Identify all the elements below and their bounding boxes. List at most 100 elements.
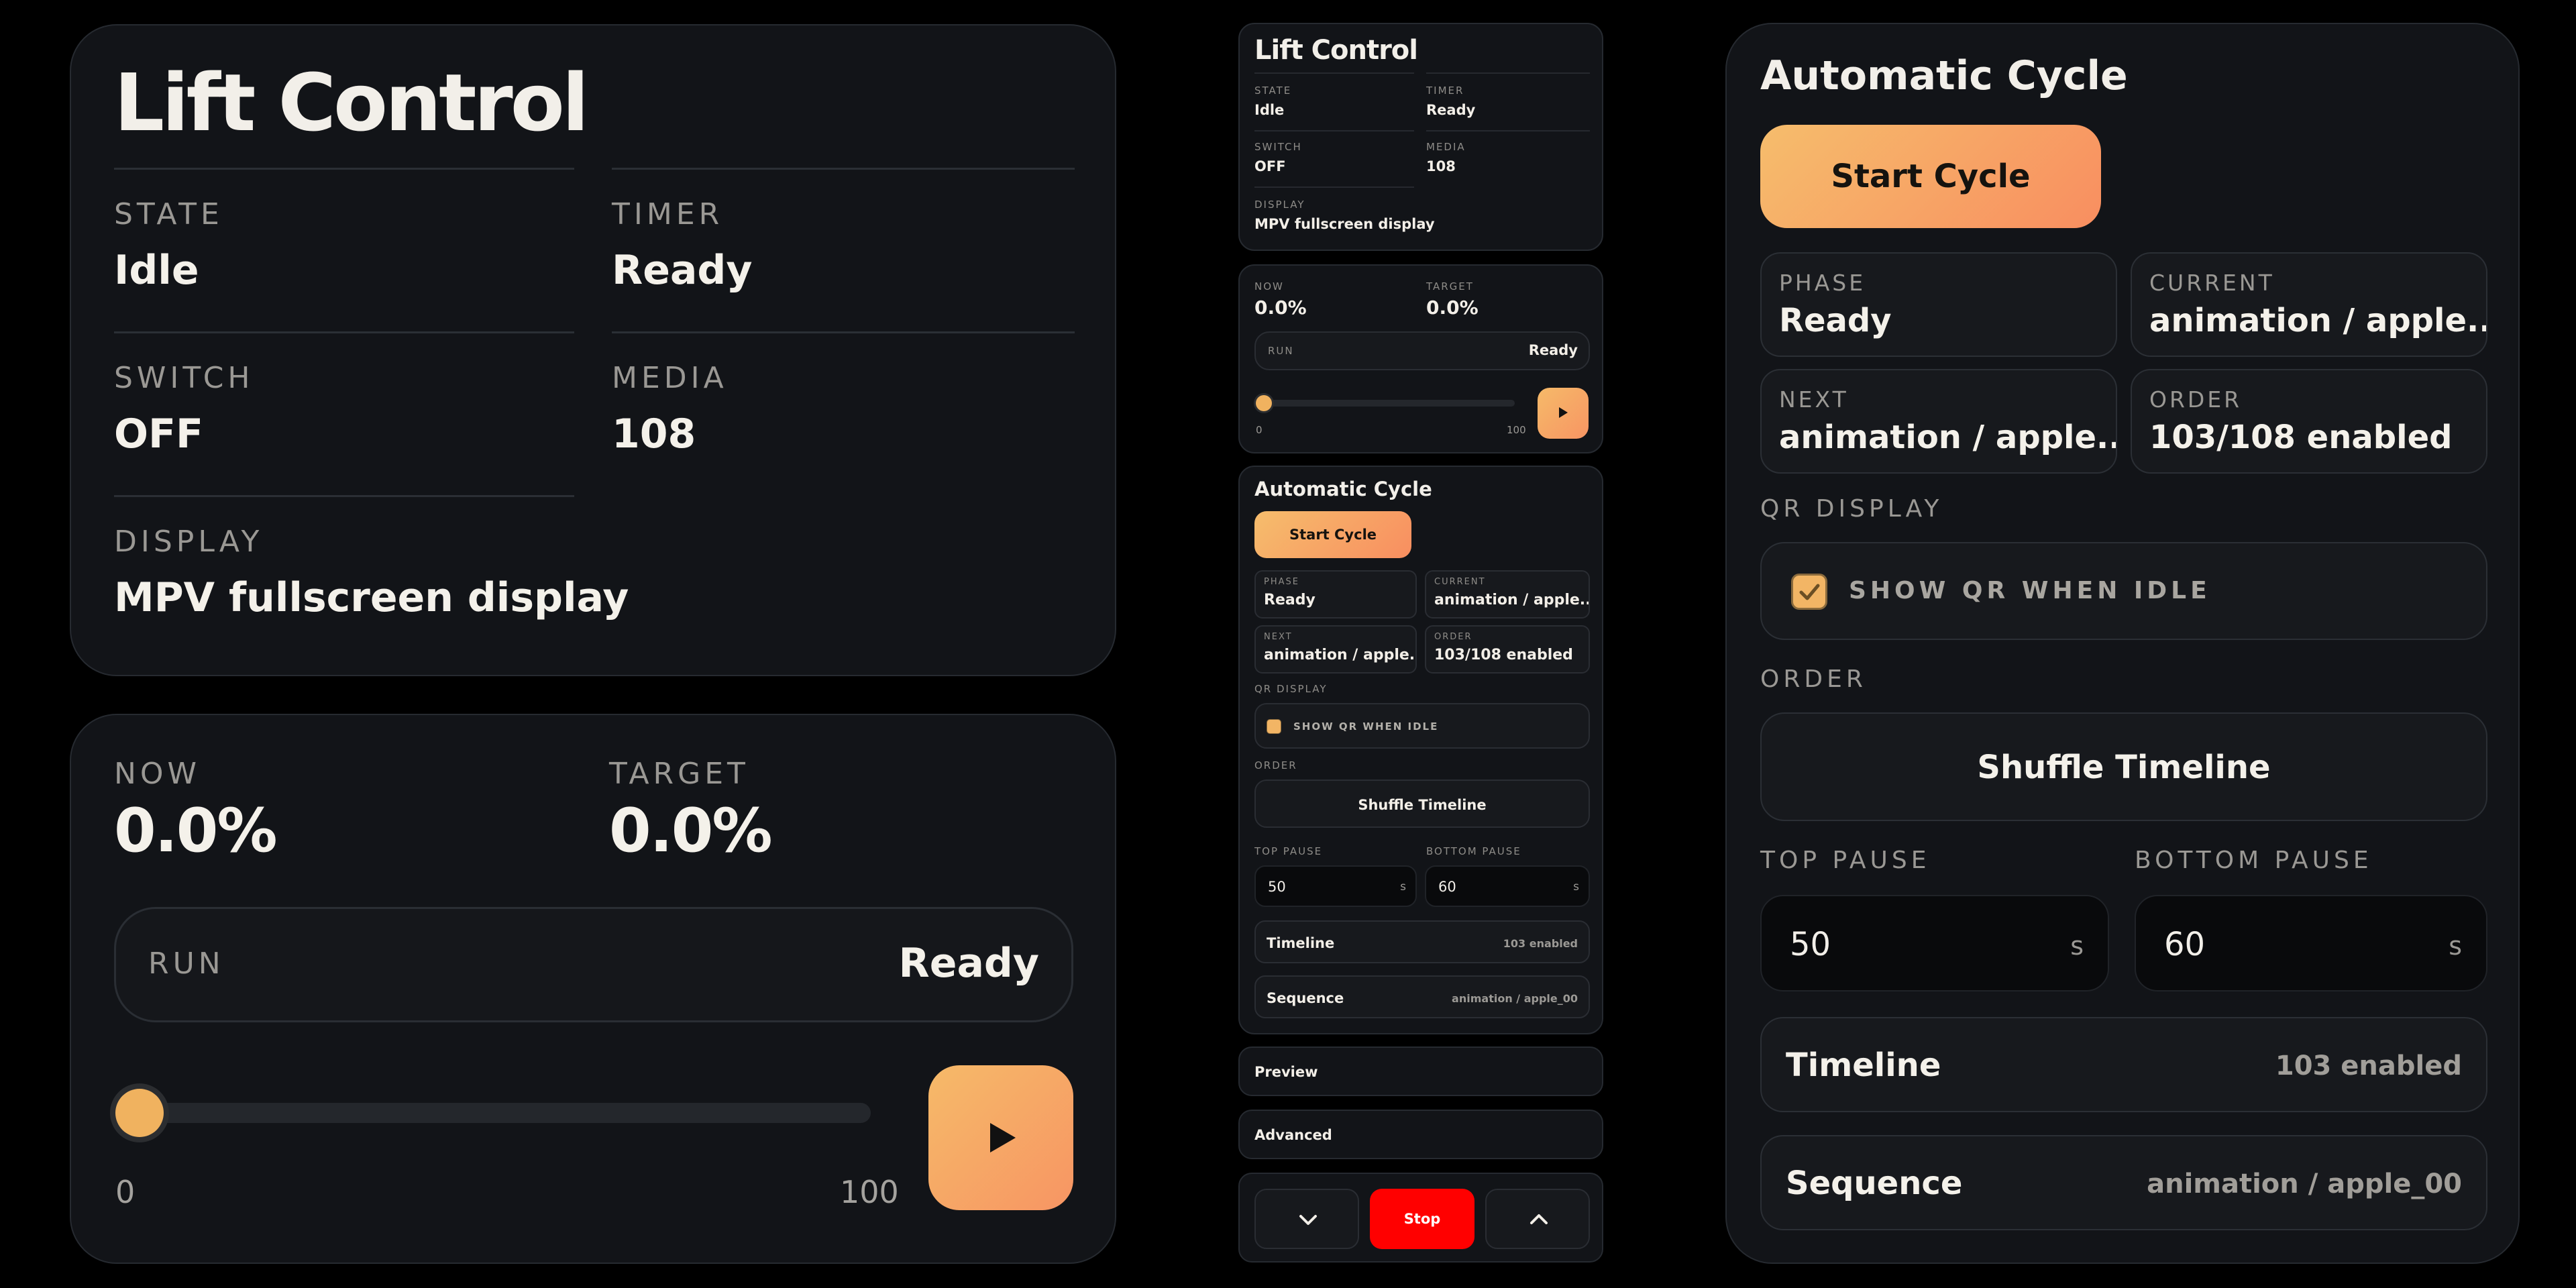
mini-top-pause-unit: s: [1400, 880, 1406, 894]
mini-top-pause-value: 50: [1268, 879, 1286, 895]
divider: [1254, 186, 1414, 188]
now-label: NOW: [114, 757, 201, 791]
run-value: Ready: [898, 940, 1039, 987]
current-label: CURRENT: [2149, 270, 2275, 296]
divider: [612, 331, 1075, 333]
sequence-value: animation / apple_00: [2147, 1169, 2462, 1199]
state-value: Idle: [114, 247, 199, 294]
shuffle-timeline-button[interactable]: Shuffle Timeline: [1760, 712, 2487, 821]
cycle-title: Automatic Cycle: [1760, 52, 2128, 99]
order-tile: ORDER 103/108 enabled: [2131, 369, 2487, 474]
mini-current-label: CURRENT: [1434, 577, 1486, 587]
current-value: animation / apple...: [2149, 302, 2487, 339]
mini-position-slider[interactable]: [1256, 400, 1515, 407]
mini-advanced-row[interactable]: Advanced: [1238, 1110, 1603, 1159]
timeline-row[interactable]: Timeline 103 enabled: [1760, 1017, 2487, 1112]
play-button[interactable]: [928, 1065, 1073, 1210]
chevron-up-icon: [1530, 1214, 1548, 1224]
state-label: STATE: [114, 197, 223, 231]
mini-timeline-value: 103 enabled: [1503, 937, 1578, 950]
order-value: 103/108 enabled: [2149, 419, 2453, 456]
mini-next-label: NEXT: [1264, 632, 1293, 642]
target-label: TARGET: [609, 757, 749, 791]
mini-bottom-pause-input[interactable]: 60 s: [1425, 865, 1590, 907]
mini-bottom-pause-value: 60: [1438, 879, 1456, 895]
order-section-label: ORDER: [1760, 665, 1867, 693]
qr-toggle-row[interactable]: SHOW QR WHEN IDLE: [1760, 542, 2487, 640]
mini-run-label: RUN: [1268, 345, 1294, 357]
position-slider[interactable]: [115, 1103, 871, 1123]
slider-thumb[interactable]: [115, 1089, 164, 1137]
bottom-pause-value: 60: [2164, 926, 2206, 963]
mini-order-tile: ORDER 103/108 enabled: [1425, 625, 1590, 674]
mini-switch-value: OFF: [1254, 158, 1286, 174]
timeline-value: 103 enabled: [2275, 1051, 2462, 1081]
qr-checkbox[interactable]: [1791, 574, 1827, 610]
mini-shuffle-button[interactable]: Shuffle Timeline: [1254, 780, 1590, 828]
mini-top-pause-input[interactable]: 50 s: [1254, 865, 1417, 907]
mini-order-section-label: ORDER: [1254, 759, 1297, 771]
top-pause-input[interactable]: 50 s: [1760, 895, 2109, 991]
mini-qr-toggle[interactable]: SHOW QR WHEN IDLE: [1254, 703, 1590, 749]
run-status-box: RUN Ready: [114, 907, 1073, 1022]
top-pause-value: 50: [1790, 926, 1831, 963]
mini-next-value: animation / apple...: [1264, 647, 1417, 663]
mini-preview-label: Preview: [1254, 1064, 1318, 1080]
mini-play-button[interactable]: [1538, 388, 1589, 439]
mini-current-value: animation / apple...: [1434, 592, 1590, 608]
mini-control-bar: Stop: [1238, 1173, 1603, 1263]
mini-next-tile: NEXT animation / apple...: [1254, 625, 1417, 674]
timeline-label: Timeline: [1786, 1046, 1941, 1084]
mini-preview-row[interactable]: Preview: [1238, 1046, 1603, 1096]
sequence-row[interactable]: Sequence animation / apple_00: [1760, 1135, 2487, 1230]
phase-value: Ready: [1779, 302, 1892, 339]
target-value: 0.0%: [609, 796, 773, 866]
mini-sequence-value: animation / apple_00: [1452, 992, 1578, 1005]
mini-current-tile: CURRENT animation / apple...: [1425, 570, 1590, 619]
bottom-pause-label: BOTTOM PAUSE: [2135, 847, 2373, 874]
mini-sequence-row[interactable]: Sequence animation / apple_00: [1254, 975, 1590, 1018]
order-label: ORDER: [2149, 386, 2243, 413]
mini-slider-min: 0: [1256, 424, 1263, 436]
move-down-button[interactable]: [1254, 1189, 1359, 1249]
mini-motion-card: NOW 0.0% TARGET 0.0% RUN Ready 0 100: [1238, 264, 1603, 453]
mini-bottom-pause-label: BOTTOM PAUSE: [1426, 845, 1521, 857]
mini-qr-checkbox[interactable]: [1267, 719, 1281, 734]
mini-order-value: 103/108 enabled: [1434, 647, 1573, 663]
top-pause-label: TOP PAUSE: [1760, 847, 1931, 874]
mini-cycle-card: Automatic Cycle Start Cycle PHASE Ready …: [1238, 466, 1603, 1034]
stop-button[interactable]: Stop: [1370, 1189, 1474, 1249]
mini-sequence-label: Sequence: [1267, 990, 1344, 1006]
now-value: 0.0%: [114, 796, 278, 866]
start-cycle-button[interactable]: Start Cycle: [1760, 125, 2101, 228]
timer-label: TIMER: [612, 197, 724, 231]
automatic-cycle-card: Automatic Cycle Start Cycle PHASE Ready …: [1725, 23, 2520, 1264]
slider-max-label: 100: [840, 1174, 899, 1210]
lift-control-title: Lift Control: [114, 56, 589, 149]
divider: [1426, 130, 1590, 131]
mini-media-label: MEDIA: [1426, 141, 1466, 153]
play-icon: [990, 1123, 1016, 1152]
chevron-down-icon: [1299, 1215, 1317, 1225]
mini-start-cycle-button[interactable]: Start Cycle: [1254, 511, 1411, 558]
bottom-pause-input[interactable]: 60 s: [2135, 895, 2487, 991]
media-label: MEDIA: [612, 361, 728, 395]
mini-state-value: Idle: [1254, 102, 1285, 118]
display-label: DISPLAY: [114, 525, 264, 559]
mini-state-label: STATE: [1254, 85, 1292, 97]
mini-timeline-row[interactable]: Timeline 103 enabled: [1254, 920, 1590, 963]
mini-cycle-title: Automatic Cycle: [1254, 478, 1432, 500]
mini-run-box: RUN Ready: [1254, 331, 1590, 370]
mini-now-value: 0.0%: [1254, 297, 1307, 319]
divider: [1254, 72, 1414, 74]
move-up-button[interactable]: [1485, 1189, 1590, 1249]
mini-phase-tile: PHASE Ready: [1254, 570, 1417, 619]
next-value: animation / apple...: [1779, 419, 2117, 456]
timer-value: Ready: [612, 247, 753, 294]
mini-slider-thumb[interactable]: [1256, 395, 1272, 411]
shuffle-timeline-label: Shuffle Timeline: [1977, 749, 2271, 786]
mini-lift-title: Lift Control: [1254, 35, 1418, 66]
run-label: RUN: [148, 947, 225, 981]
mini-run-value: Ready: [1528, 342, 1578, 358]
mini-display-value: MPV fullscreen display: [1254, 216, 1435, 232]
